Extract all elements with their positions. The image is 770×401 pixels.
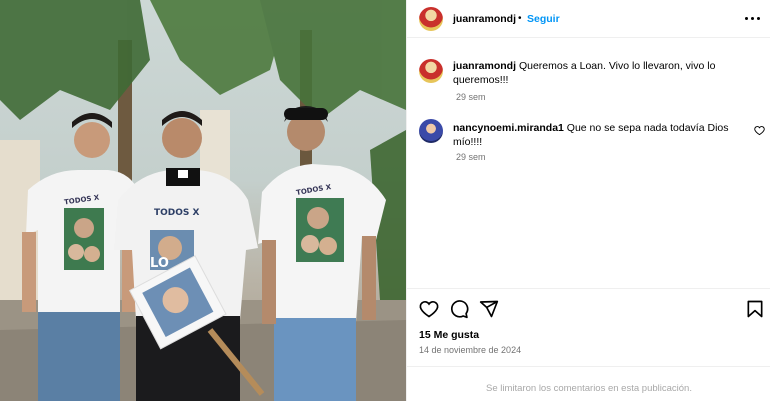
more-options-icon[interactable] — [745, 12, 761, 26]
comment-text: nancynoemi.miranda1 Que no se sepa nada … — [453, 121, 743, 149]
likes-count[interactable]: 15 Me gusta — [419, 329, 479, 341]
comment-line-1: Que no se sepa nada todavía Dios — [566, 122, 729, 134]
header-username[interactable]: juanramondj — [453, 13, 516, 25]
caption-time[interactable]: 29 sem — [456, 92, 486, 102]
action-bar — [407, 288, 770, 326]
comments-limited-bar: Se limitaron los comentarios en esta pub… — [407, 366, 770, 401]
comment-username[interactable]: nancynoemi.miranda1 — [453, 122, 564, 134]
avatar[interactable] — [419, 7, 443, 31]
caption-username[interactable]: juanramondj — [453, 60, 516, 72]
avatar[interactable] — [419, 119, 443, 143]
comments-limited-text: Se limitaron los comentarios en esta pub… — [486, 383, 692, 394]
post-header: juanramondj • Seguir — [407, 0, 770, 38]
share-icon[interactable] — [479, 299, 499, 319]
caption: juanramondj Queremos a Loan. Vivo lo lle… — [407, 55, 770, 103]
heart-icon[interactable] — [419, 299, 439, 319]
sign-text: LO — [150, 256, 169, 271]
list-item: nancynoemi.miranda1 Que no se sepa nada … — [407, 118, 770, 166]
heart-icon[interactable] — [754, 125, 765, 136]
shirt-text-center: TODOS X — [154, 208, 200, 218]
caption-text: juanramondj Queremos a Loan. Vivo lo lle… — [453, 59, 753, 87]
caption-line-1: Queremos a Loan. Vivo lo llevaron, vivo … — [518, 60, 716, 72]
post-photo[interactable]: TODOS X TODOS X TODOS X LO — [0, 0, 406, 401]
comment-icon[interactable] — [449, 299, 469, 319]
post-date[interactable]: 14 de noviembre de 2024 — [419, 345, 521, 355]
avatar[interactable] — [419, 59, 443, 83]
comment-time[interactable]: 29 sem — [456, 152, 486, 162]
comment-line-2: mío!!!! — [453, 136, 483, 148]
caption-line-2: queremos!!! — [453, 74, 509, 86]
separator-dot: • — [518, 13, 522, 24]
bookmark-icon[interactable] — [745, 299, 765, 319]
post-panel: juanramondj • Seguir juanramondj Queremo… — [406, 0, 770, 401]
photo-illustration — [0, 0, 406, 401]
follow-button[interactable]: Seguir — [527, 13, 560, 25]
